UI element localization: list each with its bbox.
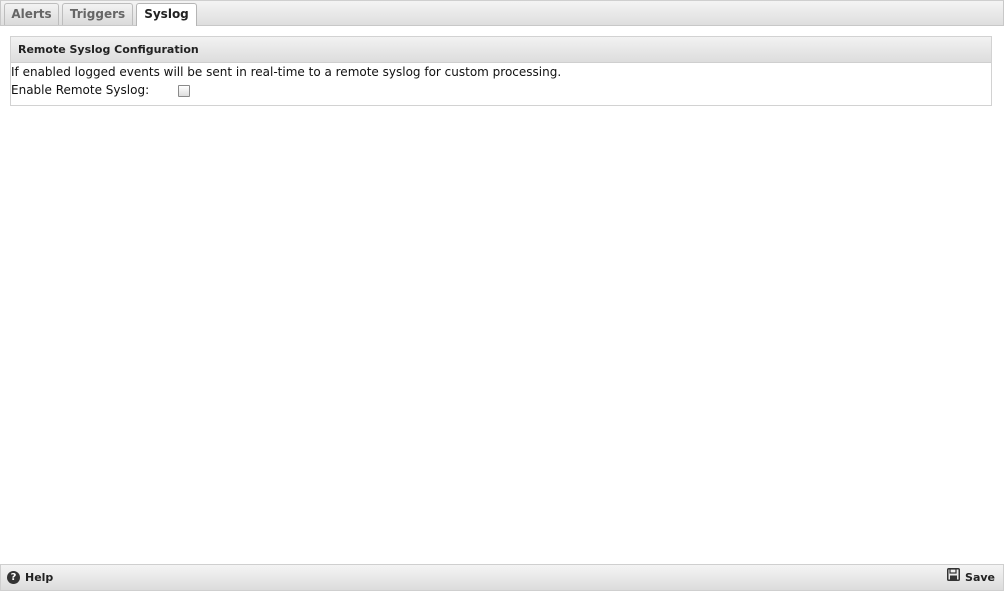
- floppy-disk-icon: [947, 565, 961, 590]
- help-button[interactable]: ? Help: [7, 565, 53, 590]
- enable-remote-syslog-row: Enable Remote Syslog:: [11, 80, 991, 100]
- remote-syslog-panel: Remote Syslog Configuration If enabled l…: [10, 36, 992, 106]
- enable-remote-syslog-label: Enable Remote Syslog:: [11, 83, 150, 97]
- panel-description: If enabled logged events will be sent in…: [11, 65, 562, 79]
- tab-triggers[interactable]: Triggers: [62, 3, 133, 25]
- panel-title: Remote Syslog Configuration: [11, 37, 991, 63]
- footer-toolbar: ? Help Save: [0, 564, 1004, 591]
- tab-alerts[interactable]: Alerts: [4, 3, 59, 25]
- syslog-settings-window: Alerts Triggers Syslog Remote Syslog Con…: [0, 0, 1004, 591]
- save-label: Save: [965, 571, 995, 584]
- help-label: Help: [25, 571, 54, 584]
- question-circle-icon: ?: [7, 570, 20, 584]
- save-button[interactable]: Save: [947, 565, 995, 590]
- tab-bar: Alerts Triggers Syslog: [0, 0, 1004, 26]
- enable-remote-syslog-checkbox[interactable]: [178, 85, 190, 97]
- tab-syslog[interactable]: Syslog: [136, 3, 197, 26]
